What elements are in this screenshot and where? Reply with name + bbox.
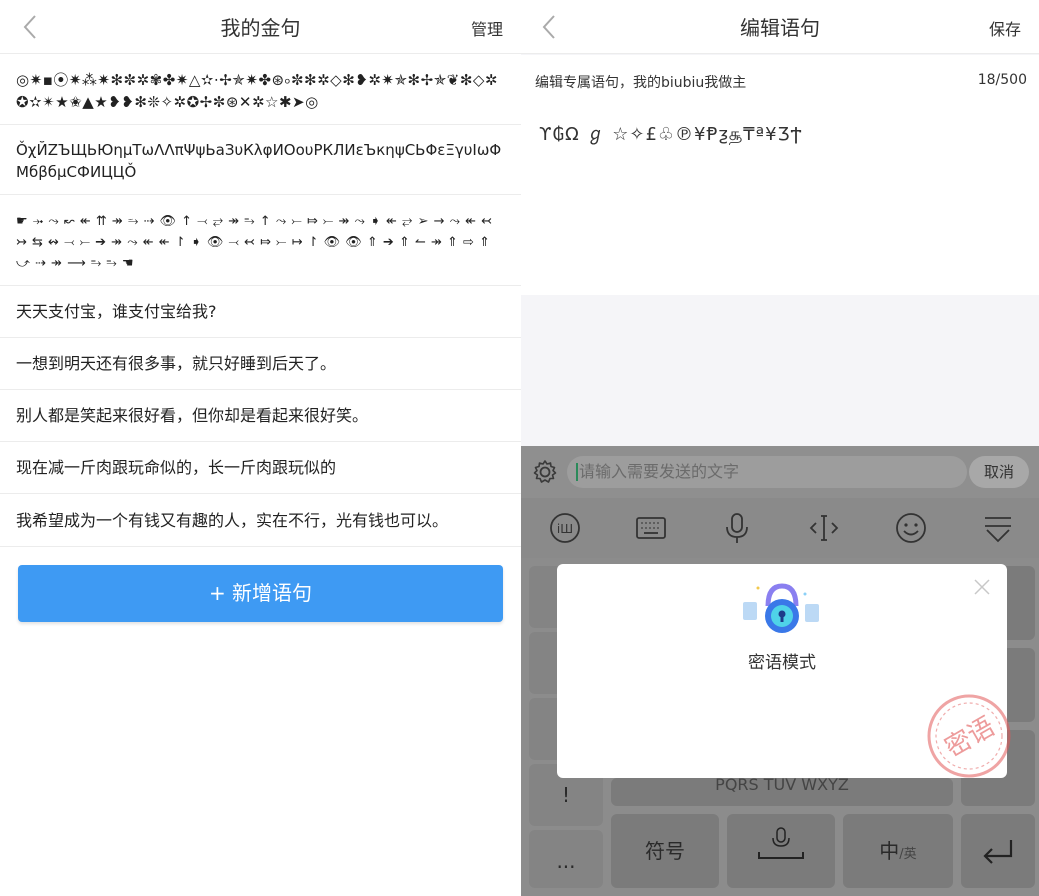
phrase-text: 我希望成为一个有钱又有趣的人，实在不行，光有钱也可以。 bbox=[16, 511, 449, 530]
phrase-item[interactable]: ◎✷▪⦿✷⁂✷✻✼✲✾✤✷△✫⋅✢✯✷✤⊛৹✼✻✲◇✻❥✲✷✯✻✢✯❦✻◇✲✪✫… bbox=[0, 55, 521, 125]
phrase-text: 别人都是笑起来很好看，但你却是看起来很好笑。 bbox=[16, 406, 369, 425]
keyboard-toolbar: iШ bbox=[521, 498, 1039, 558]
enter-key[interactable] bbox=[961, 814, 1035, 888]
edit-phrase-screen: 编辑语句 保存 编辑专属语句，我的biubiu我做主 18/500 ϒ₲Ω ℊ … bbox=[521, 0, 1039, 896]
popup-label: 密语模式 bbox=[748, 653, 816, 673]
phrase-item[interactable]: 别人都是笑起来很好看，但你却是看起来很好笑。 bbox=[0, 390, 521, 442]
close-icon[interactable] bbox=[973, 578, 991, 596]
space-key[interactable] bbox=[727, 814, 835, 888]
keyboard-icon[interactable] bbox=[633, 510, 669, 546]
emoji-icon[interactable] bbox=[893, 510, 929, 546]
phrase-item[interactable]: 天天支付宝，谁支付宝给我? bbox=[0, 286, 521, 338]
phrase-text: 一想到明天还有很多事，就只好睡到后天了。 bbox=[16, 354, 337, 373]
svg-text:iШ: iШ bbox=[557, 522, 573, 536]
more-symbols-key[interactable]: ... bbox=[529, 830, 603, 888]
page-title: 我的金句 bbox=[220, 16, 301, 40]
phrase-item[interactable]: ☛ ⤞ ⤳ ↜ ↞ ⇈ ↠ ⥲ ⇢ 👁 ↑ ⤙ ⥂ ↠ ⥱ ↑ ⤳ ⤚ ⤇ ⤚ … bbox=[0, 195, 521, 286]
secret-mode-popup: 密语模式 密语 bbox=[557, 564, 1011, 778]
phrase-editor[interactable]: ϒ₲Ω ℊ ☆✧£♧℗¥Ᵽƺ௲₸ª¥ƷϮ bbox=[521, 107, 1039, 295]
editor-header: 编辑专属语句，我的biubiu我做主 18/500 bbox=[521, 55, 1039, 107]
add-phrase-button[interactable]: + 新增语句 bbox=[18, 565, 503, 622]
gear-icon[interactable] bbox=[531, 458, 559, 486]
top-bar: 编辑语句 保存 bbox=[521, 0, 1039, 54]
send-text-input[interactable]: 请输入需要发送的文字 bbox=[567, 456, 967, 488]
microphone-icon bbox=[758, 827, 804, 859]
screen: 我的金句 管理 ◎✷▪⦿✷⁂✷✻✼✲✾✤✷△✫⋅✢✯✷✤⊛৹✼✻✲◇✻❥✲✷✯✻… bbox=[0, 0, 1039, 896]
phrase-item[interactable]: ǑχЙZЪЩЬЮηµTωΛΛπΨψЬaЗυКλφИOoυРКЛИεЪкηψСЬΦ… bbox=[0, 125, 521, 195]
symbols-key[interactable]: 符号 bbox=[611, 814, 719, 888]
svg-text:密语: 密语 bbox=[940, 712, 1000, 764]
page-title: 编辑语句 bbox=[740, 16, 820, 40]
phrase-text: ☛ ⤞ ⤳ ↜ ↞ ⇈ ↠ ⥲ ⇢ 👁 ↑ ⤙ ⥂ ↠ ⥱ ↑ ⤳ ⤚ ⤇ ⤚ … bbox=[16, 214, 493, 271]
char-counter: 18/500 bbox=[977, 72, 1027, 88]
microphone-icon[interactable] bbox=[719, 510, 755, 546]
golden-phrases-screen: 我的金句 管理 ◎✷▪⦿✷⁂✷✻✼✲✾✤✷△✫⋅✢✯✷✤⊛৹✼✻✲◇✻❥✲✷✯✻… bbox=[0, 0, 521, 896]
language-switch-key[interactable]: 中/英 bbox=[843, 814, 953, 888]
phrase-text: ◎✷▪⦿✷⁂✷✻✼✲✾✤✷△✫⋅✢✯✷✤⊛৹✼✻✲◇✻❥✲✷✯✻✢✯❦✻◇✲✪✫… bbox=[16, 71, 499, 111]
phrase-item[interactable]: 我希望成为一个有钱又有趣的人，实在不行，光有钱也可以。 bbox=[0, 494, 521, 547]
cancel-button[interactable]: 取消 bbox=[969, 456, 1029, 488]
letter-keys-row[interactable]: PQRS TUV WXYZ bbox=[611, 778, 953, 806]
ime-logo-icon[interactable]: iШ bbox=[547, 510, 583, 546]
keyboard-input-bar: 请输入需要发送的文字 取消 bbox=[521, 446, 1039, 498]
english-label: /英 bbox=[899, 847, 917, 862]
cursor-move-icon[interactable] bbox=[806, 510, 842, 546]
collapse-keyboard-icon[interactable] bbox=[980, 510, 1016, 546]
phrase-item[interactable]: 一想到明天还有很多事，就只好睡到后天了。 bbox=[0, 338, 521, 390]
chinese-label: 中 bbox=[879, 839, 900, 863]
editor-text: ϒ₲Ω ℊ ☆✧£♧℗¥Ᵽƺ௲₸ª¥ƷϮ bbox=[539, 124, 803, 145]
enter-icon bbox=[983, 840, 1013, 864]
manage-button[interactable]: 管理 bbox=[471, 16, 503, 40]
lock-icon bbox=[739, 580, 825, 642]
phrase-item[interactable]: 现在减一斤肉跟玩命似的，长一斤肉跟玩似的 bbox=[0, 442, 521, 494]
phrase-text: 天天支付宝，谁支付宝给我? bbox=[16, 302, 217, 321]
seal-stamp: 密语 bbox=[923, 690, 1015, 782]
editor-hint: 编辑专属语句，我的biubiu我做主 bbox=[535, 75, 747, 91]
save-button[interactable]: 保存 bbox=[989, 16, 1021, 40]
top-bar: 我的金句 管理 bbox=[0, 0, 521, 54]
phrase-text: ǑχЙZЪЩЬЮηµTωΛΛπΨψЬaЗυКλφИOoυРКЛИεЪкηψСЬΦ… bbox=[16, 141, 502, 181]
phrase-text: 现在减一斤肉跟玩命似的，长一斤肉跟玩似的 bbox=[16, 458, 337, 477]
